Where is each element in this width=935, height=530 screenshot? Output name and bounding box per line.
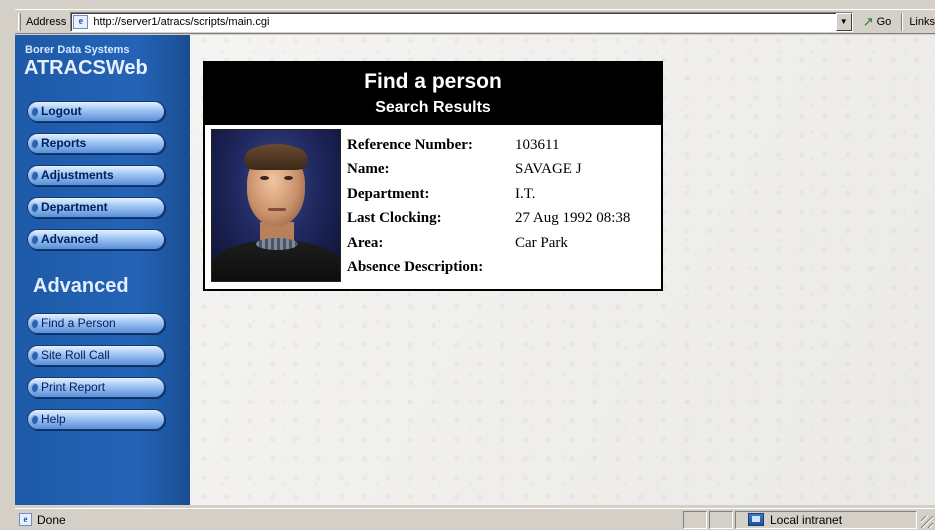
help-button[interactable]: Help	[27, 409, 165, 430]
field-row-absence: Absence Description:	[347, 256, 659, 281]
button-knob-icon	[31, 171, 38, 180]
button-knob-icon	[31, 139, 38, 148]
name-value: SAVAGE J	[515, 161, 582, 178]
button-knob-icon	[31, 235, 38, 244]
go-label: Go	[876, 15, 892, 28]
adjustments-button[interactable]: Adjustments	[27, 165, 165, 186]
address-dropdown-button[interactable]: ▼	[835, 12, 852, 31]
photo-hair	[245, 144, 307, 170]
photo-mouth	[268, 208, 286, 211]
toolbar-separator	[901, 12, 904, 31]
results-subtitle: Search Results	[375, 99, 491, 116]
brand-title: ATRACSWeb	[24, 57, 148, 79]
field-row-last-clocking: Last Clocking: 27 Aug 1992 08:38	[347, 207, 659, 232]
button-knob-icon	[31, 203, 38, 212]
local-intranet-icon	[748, 513, 764, 526]
reports-label: Reports	[41, 136, 87, 150]
field-row-reference: Reference Number: 103611	[347, 133, 659, 158]
zone-text: Local intranet	[770, 513, 843, 527]
logout-label: Logout	[41, 104, 82, 118]
button-knob-icon	[31, 415, 38, 424]
photo-eye-right	[284, 176, 293, 180]
links-button[interactable]: Links	[909, 16, 935, 28]
advanced-label: Advanced	[41, 232, 99, 246]
print-report-button[interactable]: Print Report	[27, 377, 165, 398]
status-bar: e Done Local intranet	[15, 508, 935, 530]
page-content: Borer Data Systems ATRACSWeb Logout Repo…	[15, 35, 935, 505]
department-button[interactable]: Department	[27, 197, 165, 218]
status-pane	[683, 511, 707, 529]
photo-eye-left	[260, 176, 269, 180]
department-label: Department	[41, 200, 108, 214]
print-report-label: Print Report	[41, 380, 106, 394]
site-roll-call-button[interactable]: Site Roll Call	[27, 345, 165, 366]
find-a-person-button[interactable]: Find a Person	[27, 313, 165, 334]
advanced-button[interactable]: Advanced	[27, 229, 165, 250]
field-row-name: Name: SAVAGE J	[347, 158, 659, 183]
ie-page-icon: e	[19, 513, 32, 526]
button-knob-icon	[31, 383, 38, 392]
reference-value: 103611	[515, 136, 560, 153]
toolbar-grip[interactable]	[18, 12, 21, 31]
last-clocking-value: 27 Aug 1992 08:38	[515, 210, 631, 227]
address-label: Address	[25, 15, 67, 28]
status-text: Done	[37, 513, 66, 527]
absence-description-label: Absence Description:	[347, 259, 484, 276]
resize-grip[interactable]	[921, 516, 933, 528]
reference-label: Reference Number:	[347, 136, 473, 153]
find-a-person-label: Find a Person	[41, 316, 116, 330]
last-clocking-label: Last Clocking:	[347, 210, 442, 227]
department-label: Department:	[347, 185, 430, 202]
go-button[interactable]: ↗ Go	[863, 14, 892, 30]
address-input[interactable]: e http://server1/atracs/scripts/main.cgi…	[70, 11, 853, 32]
search-result-card: Find a person Search Results Reference N…	[203, 61, 663, 291]
photo-collar	[256, 238, 298, 250]
card-header: Find a person Search Results	[205, 63, 661, 125]
area-label: Area:	[347, 234, 384, 251]
field-row-department: Department: I.T.	[347, 182, 659, 207]
go-arrow-icon: ↗	[862, 13, 874, 29]
button-knob-icon	[31, 107, 38, 116]
address-bar: Address e http://server1/atracs/scripts/…	[15, 9, 935, 34]
logout-button[interactable]: Logout	[27, 101, 165, 122]
area-value: Car Park	[515, 234, 568, 251]
person-photo	[211, 129, 341, 282]
address-url[interactable]: http://server1/atracs/scripts/main.cgi	[93, 16, 269, 28]
button-knob-icon	[31, 319, 38, 328]
help-label: Help	[41, 412, 66, 426]
advanced-section-title: Advanced	[33, 275, 129, 297]
department-value: I.T.	[515, 185, 536, 202]
name-label: Name:	[347, 161, 390, 178]
field-row-area: Area: Car Park	[347, 231, 659, 256]
reports-button[interactable]: Reports	[27, 133, 165, 154]
person-details: Reference Number: 103611 Name: SAVAGE J …	[347, 133, 659, 280]
sidebar: Borer Data Systems ATRACSWeb Logout Repo…	[15, 35, 190, 505]
status-pane	[709, 511, 733, 529]
page-icon: e	[73, 14, 89, 29]
button-knob-icon	[31, 351, 38, 360]
adjustments-label: Adjustments	[41, 168, 114, 182]
brand-subtitle: Borer Data Systems	[25, 44, 130, 56]
site-roll-call-label: Site Roll Call	[41, 348, 110, 362]
page-title: Find a person	[364, 70, 502, 93]
